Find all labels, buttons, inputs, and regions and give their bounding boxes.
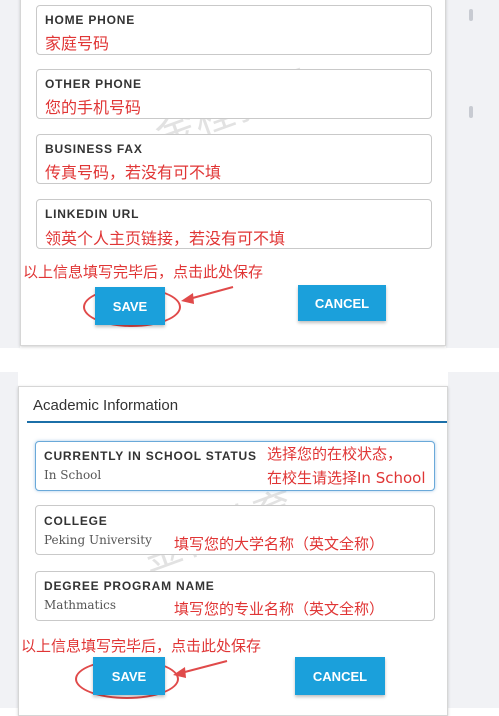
linkedin-url-annotation: 领英个人主页链接，若没有可不填 bbox=[45, 229, 286, 248]
save-instruction: 以上信息填写完毕后，点击此处保存 bbox=[23, 263, 264, 281]
linkedin-url-label: LINKEDIN URL bbox=[45, 207, 140, 221]
school-status-value: In School bbox=[44, 468, 102, 482]
save-button[interactable]: SAVE bbox=[95, 287, 165, 325]
section-divider bbox=[27, 421, 447, 423]
left-gutter bbox=[0, 372, 18, 708]
business-fax-field[interactable]: BUSINESS FAX 传真号码，若没有可不填 bbox=[36, 134, 432, 184]
degree-program-value: Mathmatics bbox=[44, 598, 117, 612]
arrow-icon bbox=[173, 660, 228, 678]
left-gutter bbox=[0, 0, 20, 348]
save-instruction: 以上信息填写完毕后，点击此处保存 bbox=[21, 637, 262, 655]
other-phone-label: OTHER PHONE bbox=[45, 77, 142, 91]
other-phone-annotation: 您的手机号码 bbox=[45, 98, 142, 117]
college-value: Peking University bbox=[44, 533, 152, 547]
business-fax-annotation: 传真号码，若没有可不填 bbox=[45, 163, 222, 182]
contact-panel: 金程教育 HOME PHONE 家庭号码 OTHER PHONE 您的手机号码 … bbox=[20, 0, 446, 346]
save-button[interactable]: SAVE bbox=[93, 657, 165, 695]
right-scroll-mark bbox=[469, 9, 473, 21]
school-status-annotation-line1: 选择您的在校状态， bbox=[267, 445, 403, 463]
school-status-annotation-line2: 在校生请选择In School bbox=[267, 469, 426, 487]
other-phone-field[interactable]: OTHER PHONE 您的手机号码 bbox=[36, 69, 432, 119]
right-gutter bbox=[446, 0, 499, 348]
home-phone-label: HOME PHONE bbox=[45, 13, 136, 27]
cancel-button[interactable]: CANCEL bbox=[298, 285, 386, 321]
cancel-button[interactable]: CANCEL bbox=[295, 657, 385, 695]
degree-program-annotation: 填写您的专业名称（英文全称） bbox=[174, 600, 385, 618]
degree-program-label: DEGREE PROGRAM NAME bbox=[44, 579, 215, 593]
college-label: COLLEGE bbox=[44, 514, 108, 528]
arrow-icon bbox=[181, 286, 234, 304]
right-scroll-mark bbox=[469, 106, 473, 118]
linkedin-url-field[interactable]: LINKEDIN URL 领英个人主页链接，若没有可不填 bbox=[36, 199, 432, 249]
home-phone-field[interactable]: HOME PHONE 家庭号码 bbox=[36, 5, 432, 55]
section-title: Academic Information bbox=[33, 397, 179, 414]
college-field[interactable]: COLLEGE Peking University 填写您的大学名称（英文全称） bbox=[35, 505, 435, 555]
school-status-label: CURRENTLY IN SCHOOL STATUS bbox=[44, 449, 257, 463]
business-fax-label: BUSINESS FAX bbox=[45, 142, 143, 156]
degree-program-field[interactable]: DEGREE PROGRAM NAME Mathmatics 填写您的专业名称（… bbox=[35, 571, 435, 621]
college-annotation: 填写您的大学名称（英文全称） bbox=[174, 535, 385, 553]
right-gutter bbox=[448, 372, 499, 708]
academic-panel: 金程教育 Academic Information CURRENTLY IN S… bbox=[18, 386, 448, 716]
home-phone-annotation: 家庭号码 bbox=[45, 34, 110, 53]
